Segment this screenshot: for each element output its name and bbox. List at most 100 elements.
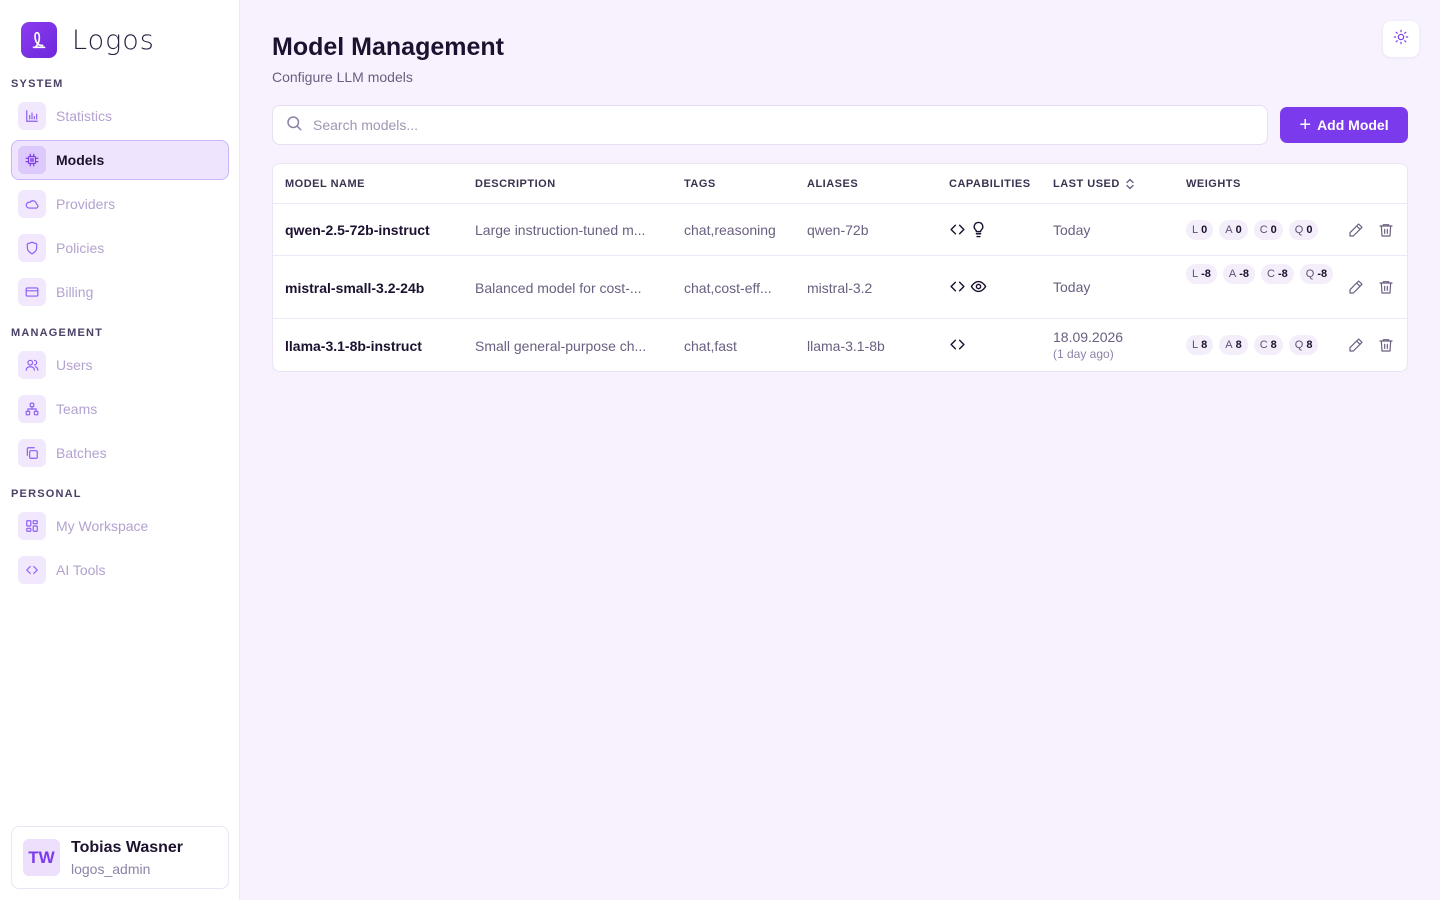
weight-chip: L -8: [1186, 264, 1217, 284]
sidebar-item-label: My Workspace: [56, 518, 149, 534]
header-capabilities: CAPABILITIES: [949, 178, 1031, 190]
sun-icon: [1393, 29, 1409, 50]
add-model-button[interactable]: + Add Model: [1280, 107, 1408, 143]
sidebar-item-providers[interactable]: Providers: [11, 184, 229, 224]
header-model-name[interactable]: MODEL NAME: [285, 178, 365, 190]
edit-icon[interactable]: [1347, 278, 1365, 296]
weight-chip: C -8: [1261, 264, 1294, 284]
sidebar-item-teams[interactable]: Teams: [11, 389, 229, 429]
weights: L0 A0 C0 Q0: [1186, 220, 1336, 240]
search-box[interactable]: [272, 105, 1268, 145]
brand[interactable]: Logos: [21, 22, 155, 58]
last-used: 18.09.2026 (1 day ago): [1053, 329, 1123, 361]
eye-icon: [970, 278, 987, 300]
code-icon: [949, 336, 966, 358]
add-model-label: Add Model: [1317, 117, 1389, 133]
sidebar-item-label: Batches: [56, 445, 107, 461]
weight-chip: C8: [1253, 335, 1283, 355]
model-name: llama-3.1-8b-instruct: [285, 338, 422, 354]
app-name: Logos: [72, 24, 155, 56]
model-tags: chat,cost-eff...: [684, 280, 772, 296]
weight-chip: Q -8: [1299, 264, 1334, 284]
grid-icon: [18, 512, 46, 540]
sidebar-item-policies[interactable]: Policies: [11, 228, 229, 268]
models-table: MODEL NAME DESCRIPTION TAGS ALIASES CAPA…: [272, 163, 1408, 372]
weight-chip: Q0: [1288, 220, 1319, 240]
weight-chip: A8: [1219, 335, 1248, 355]
sidebar-item-ai-tools[interactable]: AI Tools: [11, 550, 229, 590]
header-last-used: LAST USED: [1053, 178, 1120, 190]
code-icon: [18, 556, 46, 584]
edit-icon[interactable]: [1347, 221, 1365, 239]
row-actions: [1347, 278, 1395, 296]
weights: L8 A8 C8 Q8: [1186, 335, 1336, 355]
model-aliases: qwen-72b: [807, 222, 869, 238]
weight-chip: C0: [1253, 220, 1283, 240]
user-name: Tobias Wasner: [71, 838, 184, 856]
model-tags: chat,reasoning: [684, 222, 776, 238]
search-icon: [273, 114, 303, 137]
divider: [273, 255, 1407, 256]
header-description: DESCRIPTION: [475, 178, 556, 190]
credit-card-icon: [18, 278, 46, 306]
weight-chip: L8: [1186, 335, 1214, 355]
weight-chip: L0: [1186, 220, 1214, 240]
sort-icon[interactable]: [1125, 178, 1135, 190]
section-label-personal: PERSONAL: [11, 488, 82, 500]
sidebar-item-billing[interactable]: Billing: [11, 272, 229, 312]
model-aliases: mistral-3.2: [807, 280, 873, 296]
section-label-management: MANAGEMENT: [11, 327, 104, 339]
row-actions: [1347, 221, 1395, 239]
sidebar-item-label: Teams: [56, 401, 98, 417]
search-input[interactable]: [313, 117, 1213, 133]
model-description: Balanced model for cost-...: [475, 280, 642, 296]
header-weights: WEIGHTS: [1186, 178, 1241, 190]
network-icon: [18, 395, 46, 423]
last-used: Today: [1053, 279, 1091, 295]
sidebar-item-label: Users: [56, 357, 93, 373]
sidebar-item-label: AI Tools: [56, 562, 106, 578]
weights: L -8 A -8 C -8 Q -8: [1186, 264, 1336, 284]
model-aliases: llama-3.1-8b: [807, 338, 885, 354]
sidebar-item-label: Models: [56, 152, 105, 168]
bar-chart-icon: [18, 102, 46, 130]
code-icon: [949, 278, 966, 300]
sidebar-item-my-workspace[interactable]: My Workspace: [11, 506, 229, 546]
header-aliases: ALIASES: [807, 178, 859, 190]
sidebar-item-users[interactable]: Users: [11, 345, 229, 385]
sidebar-item-statistics[interactable]: Statistics: [11, 96, 229, 136]
users-icon: [18, 351, 46, 379]
plus-icon: +: [1299, 114, 1312, 136]
model-tags: chat,fast: [684, 338, 737, 354]
weight-chip: A -8: [1222, 264, 1256, 284]
header-tags: TAGS: [684, 178, 716, 190]
sidebar: Logos SYSTEM Statistics Models Providers…: [0, 0, 240, 900]
section-label-system: SYSTEM: [11, 78, 64, 90]
edit-icon[interactable]: [1347, 336, 1365, 354]
cpu-icon: [18, 146, 46, 174]
copy-icon: [18, 439, 46, 467]
capabilities: [949, 278, 987, 300]
avatar: TW: [23, 839, 60, 876]
logos-logo-icon: [21, 22, 57, 58]
code-icon: [949, 221, 966, 243]
user-card[interactable]: TW Tobias Wasner logos_admin: [11, 826, 229, 889]
weight-chip: A0: [1219, 220, 1248, 240]
sidebar-item-models[interactable]: Models: [11, 140, 229, 180]
model-name: qwen-2.5-72b-instruct: [285, 222, 430, 238]
divider: [273, 203, 1407, 204]
trash-icon[interactable]: [1377, 221, 1395, 239]
cloud-icon: [18, 190, 46, 218]
model-description: Large instruction-tuned m...: [475, 222, 646, 238]
sidebar-item-batches[interactable]: Batches: [11, 433, 229, 473]
sidebar-item-label: Billing: [56, 284, 94, 300]
trash-icon[interactable]: [1377, 336, 1395, 354]
trash-icon[interactable]: [1377, 278, 1395, 296]
sidebar-item-label: Statistics: [56, 108, 113, 124]
model-description: Small general-purpose ch...: [475, 338, 647, 354]
theme-toggle-button[interactable]: [1383, 21, 1419, 57]
header-last-used-wrap[interactable]: LAST USED: [1053, 178, 1135, 190]
sidebar-item-label: Policies: [56, 240, 105, 256]
lightbulb-icon: [970, 221, 987, 243]
model-name: mistral-small-3.2-24b: [285, 280, 425, 296]
